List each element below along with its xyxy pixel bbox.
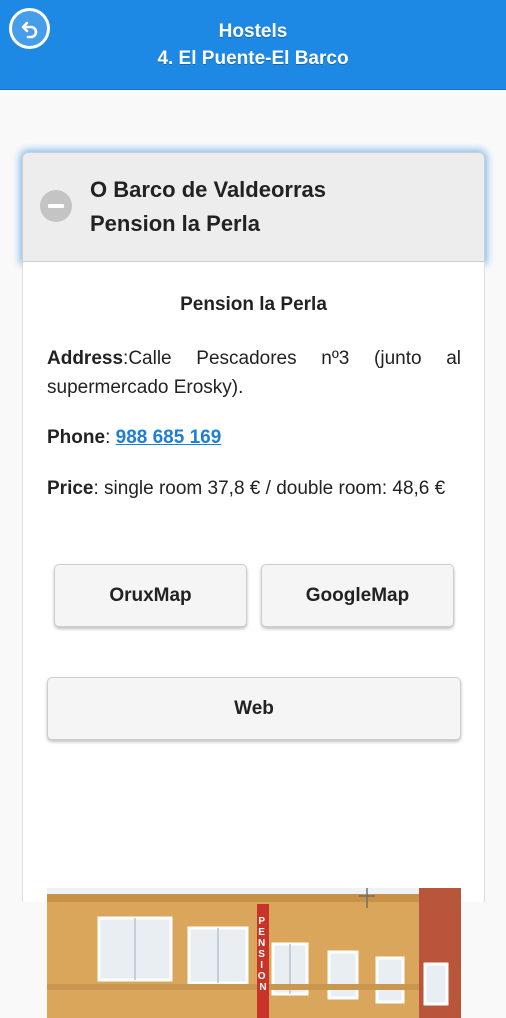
back-arrow-icon: [21, 21, 37, 38]
hostel-name: Pension la Perla: [180, 294, 327, 315]
hostel-photo: P E N S I O N: [47, 888, 461, 1018]
page-title: Hostels 4. El Puente-El Barco: [60, 18, 446, 72]
price-value: single room 37,8 € / double room: 48,6 €: [104, 478, 446, 499]
phone-link[interactable]: 988 685 169: [116, 427, 222, 448]
page-title-line1: Hostels: [218, 21, 288, 42]
web-button[interactable]: Web: [47, 677, 461, 740]
minus-icon: [40, 190, 72, 222]
address-label: Address: [47, 348, 124, 369]
hostel-photo-drawing: P E N S I O N: [47, 888, 461, 1018]
pension-sign-text: P E N S I O N: [258, 916, 269, 993]
collapsible-title-line2: Pension la Perla: [90, 211, 260, 236]
collapsible-content: Pension la Perla Address:Calle Pescadore…: [22, 262, 485, 1018]
phone-label: Phone: [47, 427, 106, 448]
collapsible-title: O Barco de Valdeorras Pension la Perla: [90, 173, 474, 241]
googlemap-button[interactable]: GoogleMap: [261, 564, 454, 627]
back-button[interactable]: [9, 8, 50, 49]
phone-paragraph: Phone: 988 685 169: [47, 427, 222, 448]
price-paragraph: Price: single room 37,8 € / double room:…: [47, 478, 446, 499]
hostel-collapsible: O Barco de Valdeorras Pension la Perla P…: [22, 152, 485, 1018]
collapsible-heading[interactable]: O Barco de Valdeorras Pension la Perla: [22, 152, 485, 262]
price-label: Price: [47, 478, 94, 499]
page-title-line2: 4. El Puente-El Barco: [157, 48, 349, 69]
address-paragraph: Address:Calle Pescadores nº3 (junto al s…: [47, 348, 461, 398]
oruxmap-button[interactable]: OruxMap: [54, 564, 247, 627]
app-header: Hostels 4. El Puente-El Barco: [0, 0, 506, 90]
collapsible-title-line1: O Barco de Valdeorras: [90, 177, 326, 202]
